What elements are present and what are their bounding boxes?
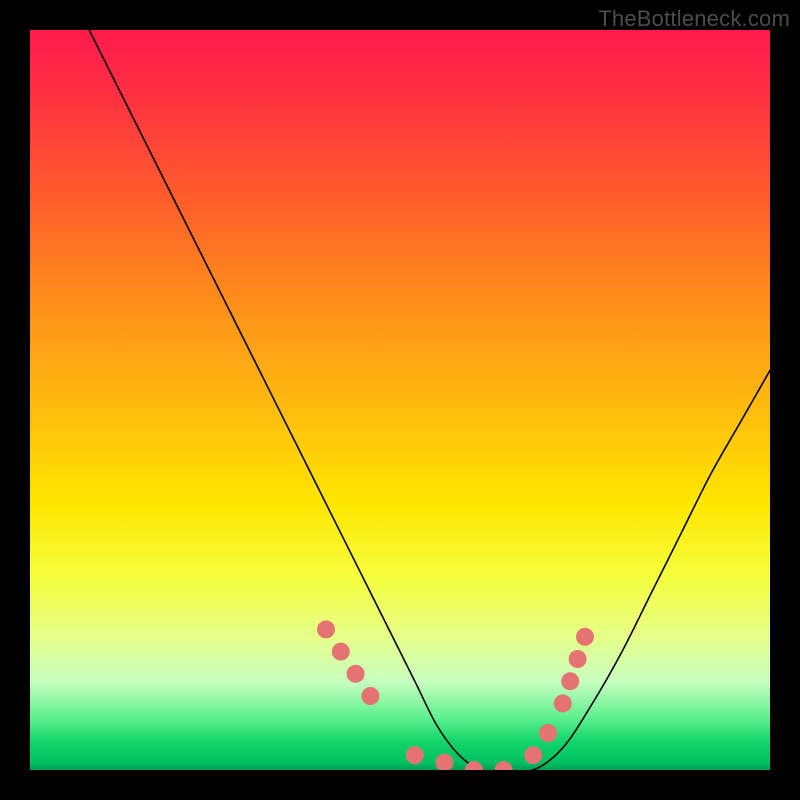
plot-svg <box>30 30 770 770</box>
highlight-dot <box>539 724 557 742</box>
highlight-dot <box>317 620 335 638</box>
highlight-dot <box>495 761 513 770</box>
highlight-dot <box>576 628 594 646</box>
highlight-dot <box>554 694 572 712</box>
watermark-text: TheBottleneck.com <box>598 6 790 32</box>
plot-area <box>30 30 770 770</box>
chart-stage: TheBottleneck.com <box>0 0 800 800</box>
highlight-dot <box>332 643 350 661</box>
bottleneck-curve <box>89 30 770 770</box>
highlight-dot <box>347 665 365 683</box>
highlight-dot <box>406 746 424 764</box>
highlight-dot <box>569 650 587 668</box>
highlight-dot <box>561 672 579 690</box>
highlight-dots-group <box>317 620 594 770</box>
highlight-dot <box>361 687 379 705</box>
highlight-dot <box>435 754 453 770</box>
highlight-dot <box>524 746 542 764</box>
